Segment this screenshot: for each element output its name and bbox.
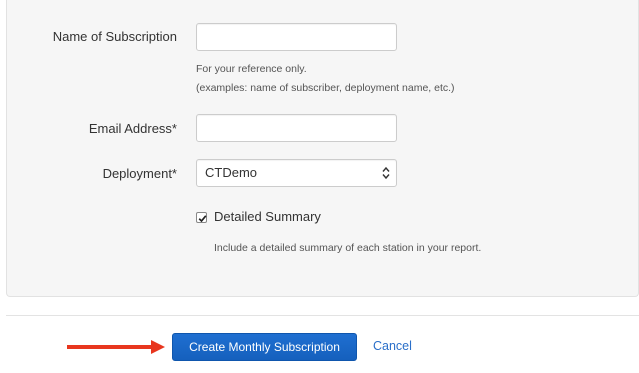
deployment-label: Deployment* — [102, 166, 177, 181]
email-address-label: Email Address* — [88, 121, 177, 136]
deployment-select[interactable]: CTDemo — [196, 159, 397, 187]
name-help-line-2: (examples: name of subscriber, deploymen… — [196, 82, 455, 94]
detailed-summary-label: Detailed Summary — [214, 209, 321, 224]
detailed-summary-checkbox[interactable] — [196, 212, 207, 223]
name-help-line-1: For your reference only. — [196, 63, 307, 75]
footer-divider — [6, 315, 639, 316]
cancel-link[interactable]: Cancel — [373, 339, 412, 353]
checkmark-icon — [198, 215, 207, 223]
deployment-selected-value: CTDemo — [205, 165, 258, 180]
name-of-subscription-label: Name of Subscription — [52, 29, 177, 44]
subscription-form-panel: Name of Subscription For your reference … — [6, 0, 639, 297]
detailed-summary-help: Include a detailed summary of each stati… — [214, 242, 482, 254]
create-monthly-subscription-button[interactable]: Create Monthly Subscription — [172, 333, 357, 361]
right-arrow-icon — [67, 340, 165, 354]
up-down-chevron-icon — [382, 166, 390, 180]
email-address-input[interactable] — [196, 114, 397, 142]
name-of-subscription-input[interactable] — [196, 23, 397, 51]
